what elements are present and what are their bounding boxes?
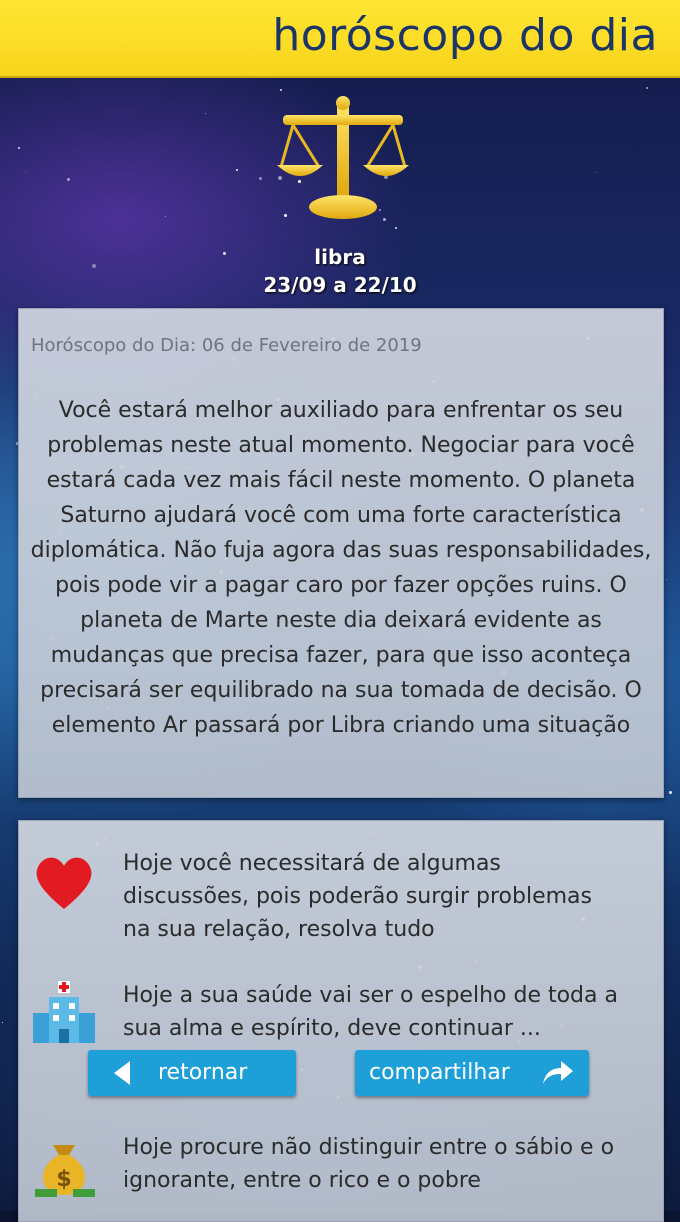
back-button[interactable]: retornar	[88, 1050, 296, 1096]
arrow-left-icon	[114, 1061, 130, 1085]
categories-card: Hoje você necessitará de algumas discuss…	[18, 820, 664, 1222]
svg-text:$: $	[56, 1167, 71, 1192]
money-bag-icon: $	[35, 1145, 95, 1197]
hospital-icon	[33, 981, 95, 1043]
share-arrow-icon	[543, 1061, 573, 1084]
love-text: Hoje você necessitará de algumas discuss…	[123, 851, 592, 942]
share-button[interactable]: compartilhar	[355, 1050, 589, 1096]
app-header: horóscopo do dia	[0, 0, 680, 78]
sign-name: libra	[314, 245, 366, 269]
money-text: Hoje procure não distinguir entre o sábi…	[123, 1135, 615, 1193]
horoscope-text: Você estará melhor auxiliado para enfren…	[30, 398, 652, 738]
sign-dates: 23/09 a 22/10	[263, 273, 417, 297]
star	[18, 147, 20, 149]
star	[595, 172, 596, 173]
back-button-label: retornar	[158, 1060, 248, 1085]
star	[165, 216, 166, 217]
libra-scales-icon	[277, 96, 409, 219]
heart-icon	[36, 857, 92, 909]
star	[236, 169, 238, 171]
app-title: horóscopo do dia	[272, 10, 658, 61]
star	[669, 791, 672, 794]
star	[280, 89, 282, 91]
star	[259, 177, 262, 180]
star	[205, 113, 206, 114]
horoscope-date: Horóscopo do Dia: 06 de Fevereiro de 201…	[31, 335, 422, 356]
star	[395, 227, 397, 229]
daily-horoscope-card: Horóscopo do Dia: 06 de Fevereiro de 201…	[18, 308, 664, 798]
star	[67, 178, 70, 181]
star	[2, 1022, 3, 1023]
share-button-label: compartilhar	[369, 1060, 510, 1085]
star	[646, 87, 648, 89]
star	[25, 171, 26, 172]
star	[666, 579, 667, 580]
